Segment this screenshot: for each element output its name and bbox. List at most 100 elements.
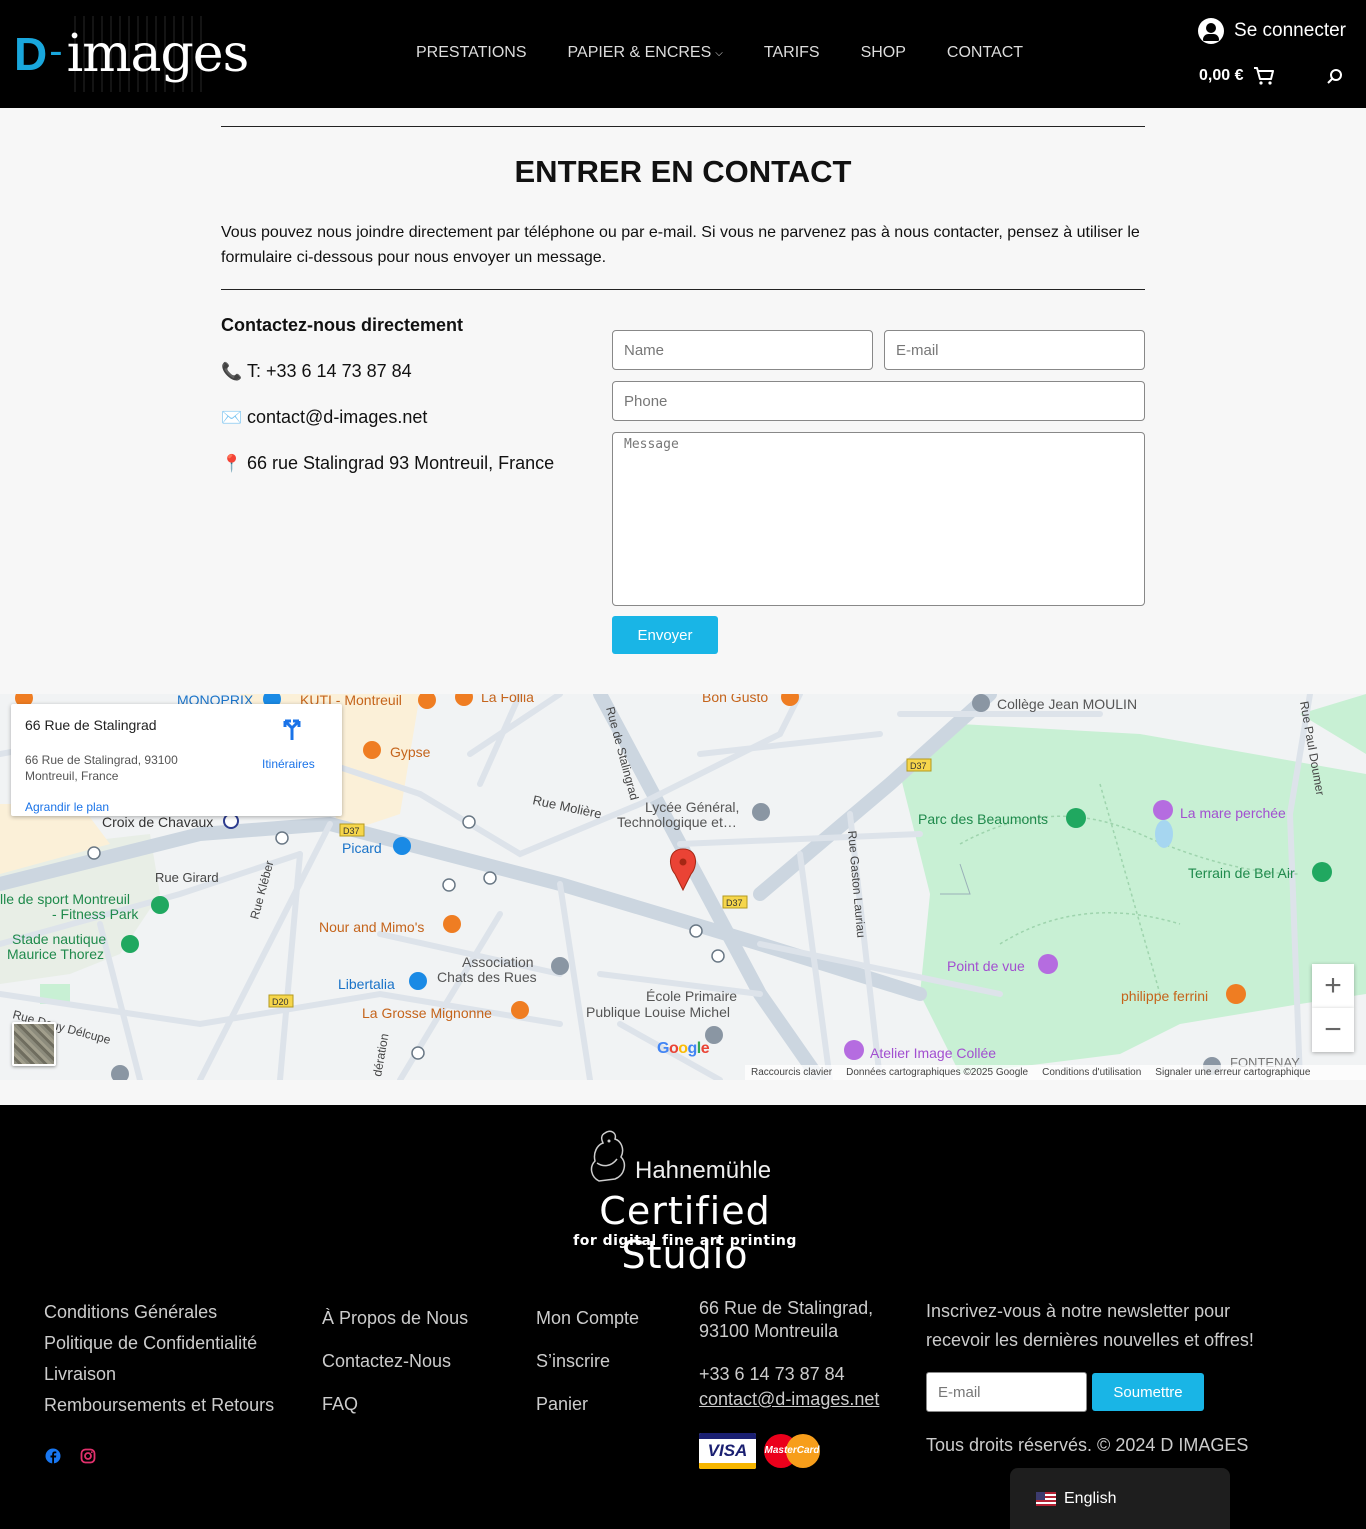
login-link[interactable]: Se connecter bbox=[1198, 18, 1346, 44]
map-label-d37c: D37 bbox=[910, 761, 927, 771]
map-label-ferrini: philippe ferrini bbox=[1121, 988, 1208, 1004]
map-label-ecole1: École Primaire bbox=[646, 988, 737, 1004]
newsletter-email-input[interactable]: E-mail bbox=[926, 1372, 1087, 1412]
map-label-beaumonts: Parc des Beaumonts bbox=[918, 811, 1048, 827]
us-flag-icon bbox=[1036, 1491, 1056, 1506]
main-nav: PRESTATIONS PAPIER & ENCRES ⌵ TARIFS SHOP… bbox=[416, 44, 1064, 62]
page-title: ENTRER EN CONTACT bbox=[514, 154, 852, 189]
map-terms[interactable]: Conditions d'utilisation bbox=[1042, 1067, 1141, 1078]
map-label-gypse: Gypse bbox=[390, 744, 431, 760]
footer-link-refunds[interactable]: Remboursements et Retours bbox=[44, 1390, 274, 1421]
footer-link-privacy[interactable]: Politique de Confidentialité bbox=[44, 1328, 274, 1359]
google-map[interactable]: D37 D37 D37 D20 MONOPRIX KUTI - Montreui… bbox=[0, 694, 1366, 1080]
address-text: 66 rue Stalingrad 93 Montreuil, France bbox=[247, 453, 555, 473]
map-label-lafollia: La Follia bbox=[481, 694, 534, 705]
email-text[interactable]: contact@d-images.net bbox=[247, 407, 427, 428]
footer-address-1: 66 Rue de Stalingrad, bbox=[699, 1298, 874, 1318]
map-label-picard: Picard bbox=[342, 840, 382, 856]
cert-brand: Hahnemühle bbox=[635, 1157, 772, 1184]
map-label-federation: dération bbox=[370, 1032, 391, 1077]
footer-email[interactable]: contact@d-images.net bbox=[699, 1388, 879, 1411]
nav-prestations[interactable]: PRESTATIONS bbox=[416, 44, 527, 62]
site-header: D - images PRESTATIONS PAPIER & ENCRES ⌵ … bbox=[0, 0, 1366, 108]
copyright-text: Tous droits réservés. © 2024 D IMAGES bbox=[926, 1435, 1249, 1455]
footer-phone[interactable]: +33 6 14 73 87 84 bbox=[699, 1363, 879, 1386]
map-data: Données cartographiques ©2025 Google bbox=[846, 1067, 1029, 1078]
satellite-toggle[interactable] bbox=[12, 1022, 56, 1066]
map-label-rue-girard: Rue Girard bbox=[155, 870, 219, 885]
map-label-gaston: Rue Gaston Lauriau bbox=[845, 830, 868, 938]
directions-link[interactable]: Itinéraires bbox=[262, 757, 315, 771]
site-logo[interactable]: D - images bbox=[14, 14, 249, 94]
map-label-college: Collège Jean MOULIN bbox=[997, 696, 1137, 712]
email-field[interactable]: E-mail bbox=[884, 330, 1145, 370]
address-line: 📍 66 rue Stalingrad 93 Montreuil, France bbox=[221, 453, 554, 474]
chevron-down-icon: ⌵ bbox=[715, 47, 723, 59]
nav-label: CONTACT bbox=[946, 44, 1024, 61]
cert-subtitle: for digital fine art printing bbox=[573, 1233, 797, 1249]
phone-icon: 📞 bbox=[221, 361, 243, 381]
envelope-icon: ✉️ bbox=[221, 407, 243, 427]
footer-info-links: À Propos de Nous Contactez-Nous FAQ bbox=[322, 1297, 468, 1426]
footer-link-register[interactable]: S’inscrire bbox=[536, 1340, 639, 1383]
phone-field[interactable]: Phone bbox=[612, 381, 1145, 421]
map-label-asso1: Association bbox=[462, 954, 534, 970]
directions-icon[interactable] bbox=[281, 716, 303, 740]
map-info-card: 66 Rue de Stalingrad 66 Rue de Stalingra… bbox=[11, 704, 342, 816]
map-card-address: 66 Rue de Stalingrad, 93100 Montreuil, F… bbox=[25, 753, 178, 783]
map-label-sport2: - Fitness Park bbox=[52, 906, 139, 922]
facebook-icon[interactable] bbox=[45, 1448, 61, 1464]
nav-papier-encres[interactable]: PAPIER & ENCRES ⌵ bbox=[568, 44, 723, 62]
visa-card-icon: VISA bbox=[699, 1433, 756, 1469]
phone-text[interactable]: T: +33 6 14 73 87 84 bbox=[247, 361, 412, 382]
footer-link-faq[interactable]: FAQ bbox=[322, 1383, 468, 1426]
enlarge-map-link[interactable]: Agrandir le plan bbox=[25, 800, 109, 814]
nav-contact[interactable]: CONTACT bbox=[947, 44, 1023, 62]
intro-text: Vous pouvez nous joindre directement par… bbox=[221, 224, 1140, 266]
footer-link-delivery[interactable]: Livraison bbox=[44, 1359, 274, 1390]
newsletter-submit-button[interactable]: Soumettre bbox=[1092, 1373, 1204, 1411]
cart-icon bbox=[1254, 67, 1275, 85]
name-field[interactable]: Name bbox=[612, 330, 873, 370]
map-label-mare: La mare perchée bbox=[1180, 805, 1286, 821]
map-label-lycee1: Lycée Général, bbox=[645, 799, 739, 815]
map-label-mignonne: La Grosse Mignonne bbox=[362, 1005, 492, 1021]
footer-link-about[interactable]: À Propos de Nous bbox=[322, 1297, 468, 1340]
user-icon bbox=[1198, 18, 1225, 44]
message-field[interactable]: Message bbox=[612, 432, 1145, 606]
map-shortcuts[interactable]: Raccourcis clavier bbox=[751, 1067, 832, 1078]
map-marker[interactable] bbox=[670, 848, 696, 892]
map-report[interactable]: Signaler une erreur cartographique bbox=[1155, 1067, 1310, 1078]
nav-label: PAPIER & ENCRES bbox=[567, 44, 712, 61]
divider bbox=[221, 289, 1145, 290]
map-label-lycee2: Technologique et… bbox=[617, 814, 737, 830]
visa-label: VISA bbox=[707, 1441, 748, 1460]
footer-link-conditions[interactable]: Conditions Générales bbox=[44, 1297, 274, 1328]
search-icon[interactable] bbox=[1326, 68, 1344, 86]
mastercard-icon: MasterCard bbox=[762, 1433, 822, 1469]
map-label-d37a: D37 bbox=[343, 826, 360, 836]
footer-link-cart[interactable]: Panier bbox=[536, 1383, 639, 1426]
login-label: Se connecter bbox=[1234, 20, 1346, 41]
send-button[interactable]: Envoyer bbox=[612, 616, 718, 654]
direct-contact-heading: Contactez-nous directement bbox=[221, 315, 464, 335]
footer-link-contact[interactable]: Contactez-Nous bbox=[322, 1340, 468, 1383]
mastercard-label: MasterCard bbox=[764, 1445, 820, 1456]
map-label-nautique2: Maurice Thorez bbox=[7, 946, 104, 962]
hahnemuhle-certified-logo: Hahnemühle Certified Studio for digital … bbox=[530, 1127, 840, 1277]
nav-shop[interactable]: SHOP bbox=[861, 44, 906, 62]
language-label: English bbox=[1064, 1489, 1117, 1507]
map-label-moliere: Rue Molière bbox=[531, 792, 603, 821]
map-attribution: Raccourcis clavier Données cartographiqu… bbox=[745, 1065, 1366, 1080]
nav-tarifs[interactable]: TARIFS bbox=[764, 44, 820, 62]
instagram-icon[interactable] bbox=[80, 1448, 96, 1464]
map-label-belair: Terrain de Bel Air bbox=[1188, 865, 1295, 881]
logo-dash: - bbox=[49, 28, 63, 73]
footer-link-account[interactable]: Mon Compte bbox=[536, 1297, 639, 1340]
language-switcher[interactable]: English bbox=[1010, 1468, 1230, 1529]
logo-images: images bbox=[66, 24, 250, 84]
zoom-out-button[interactable]: − bbox=[1312, 1008, 1354, 1052]
cart-link[interactable]: 0,00 € bbox=[1199, 66, 1275, 86]
map-label-nautique1: Stade nautique bbox=[12, 931, 106, 947]
zoom-in-button[interactable]: + bbox=[1312, 964, 1354, 1008]
